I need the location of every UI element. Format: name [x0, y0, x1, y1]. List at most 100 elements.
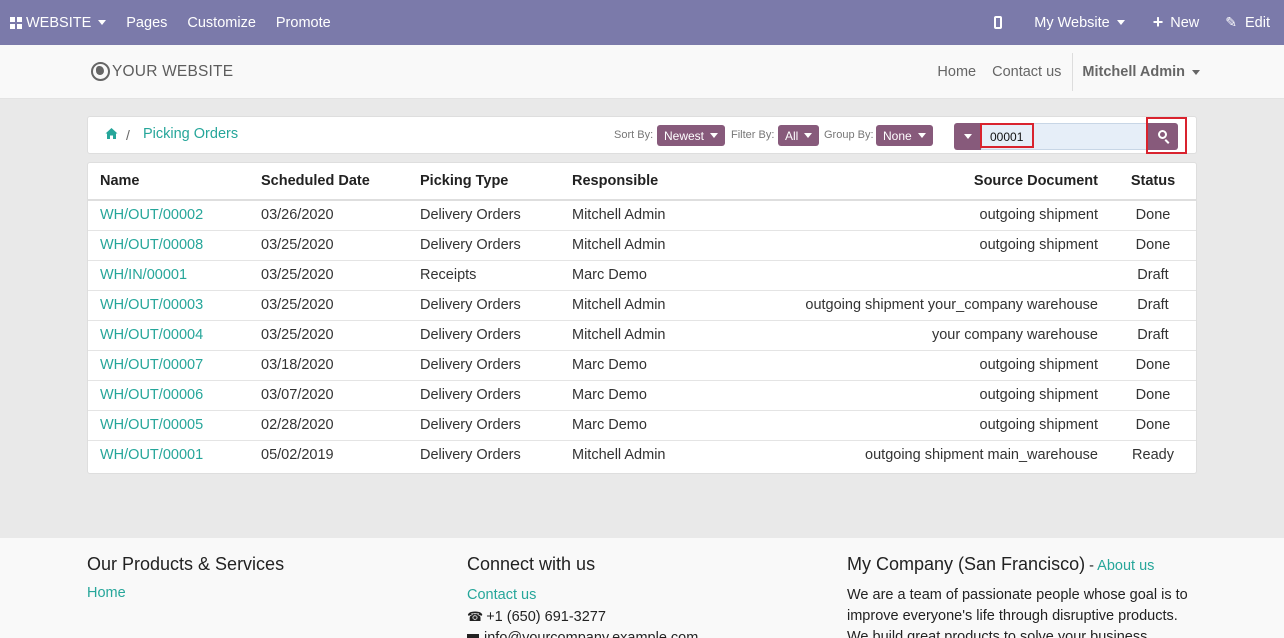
caret-down-icon [963, 134, 972, 139]
site-nav: Home Contact us Mitchell Admin [929, 45, 1200, 99]
plus-icon: + [1152, 12, 1164, 32]
edit-button[interactable]: ✎ Edit [1213, 0, 1284, 45]
new-button[interactable]: + New [1139, 0, 1214, 45]
website-menu-label: WEBSITE [26, 14, 92, 31]
nav-home[interactable]: Home [929, 64, 984, 80]
source-document: outgoing shipment [740, 350, 1110, 381]
status: Done [1110, 410, 1196, 441]
footer-contact-link[interactable]: Contact us [467, 585, 698, 606]
logo-text: YOUR WEBSITE [112, 62, 234, 80]
footer-home-link[interactable]: Home [87, 585, 284, 601]
order-name-link[interactable]: WH/OUT/00008 [88, 230, 249, 261]
caret-down-icon [804, 133, 813, 138]
sort-by-dropdown[interactable]: Newest [657, 125, 726, 146]
search-input[interactable] [981, 123, 1148, 150]
caret-down-icon [98, 20, 107, 25]
filter-by-value: All [785, 128, 799, 143]
search-options-toggle[interactable] [954, 123, 981, 150]
status: Draft [1110, 260, 1196, 291]
scheduled-date: 03/07/2020 [249, 380, 408, 411]
order-name-link[interactable]: WH/OUT/00003 [88, 290, 249, 321]
footer-phone: ☎ +1 (650) 691-3277 [467, 606, 698, 628]
order-name-link[interactable]: WH/IN/00001 [88, 260, 249, 291]
table-row[interactable]: WH/IN/00001 03/25/2020 Receipts Marc Dem… [88, 260, 1196, 291]
responsible: Marc Demo [560, 380, 740, 411]
filter-by-dropdown[interactable]: All [778, 125, 820, 146]
column-header-picking-type: Picking Type [408, 163, 560, 201]
table-row[interactable]: WH/OUT/00006 03/07/2020 Delivery Orders … [88, 380, 1196, 411]
table-row[interactable]: WH/OUT/00003 03/25/2020 Delivery Orders … [88, 290, 1196, 321]
order-name-link[interactable]: WH/OUT/00002 [88, 200, 249, 231]
scheduled-date: 02/28/2020 [249, 410, 408, 441]
table-row[interactable]: WH/OUT/00008 03/25/2020 Delivery Orders … [88, 230, 1196, 261]
pencil-icon: ✎ [1225, 14, 1237, 30]
caret-down-icon [917, 133, 926, 138]
edit-label: Edit [1245, 14, 1270, 31]
search-button[interactable] [1148, 123, 1178, 150]
menu-customize[interactable]: Customize [177, 0, 266, 45]
order-name-link[interactable]: WH/OUT/00006 [88, 380, 249, 411]
home-icon[interactable] [105, 127, 118, 140]
picking-type: Delivery Orders [408, 200, 560, 231]
site-logo[interactable]: YOUR WEBSITE [91, 62, 233, 81]
grid-icon [10, 16, 22, 29]
status: Done [1110, 200, 1196, 231]
breadcrumb-active[interactable]: Picking Orders [143, 126, 238, 142]
order-name-link[interactable]: WH/OUT/00001 [88, 440, 249, 470]
table-row[interactable]: WH/OUT/00002 03/26/2020 Delivery Orders … [88, 200, 1196, 231]
mobile-preview-button[interactable] [976, 0, 1020, 45]
table-row[interactable]: WH/OUT/00007 03/18/2020 Delivery Orders … [88, 350, 1196, 381]
footer-about-link[interactable]: About us [1097, 558, 1154, 574]
order-name-link[interactable]: WH/OUT/00004 [88, 320, 249, 351]
order-name-link[interactable]: WH/OUT/00007 [88, 350, 249, 381]
footer-phone-number: +1 (650) 691-3277 [486, 609, 606, 625]
menu-promote[interactable]: Promote [266, 0, 341, 45]
source-document: outgoing shipment [740, 410, 1110, 441]
column-header-status: Status [1110, 163, 1196, 201]
scheduled-date: 03/25/2020 [249, 320, 408, 351]
breadcrumb-separator: / [126, 127, 130, 143]
status: Draft [1110, 320, 1196, 351]
group-by-dropdown[interactable]: None [876, 125, 933, 146]
order-name-link[interactable]: WH/OUT/00005 [88, 410, 249, 441]
footer-company-heading: My Company (San Francisco) - About us [847, 554, 1197, 575]
search-icon [1158, 130, 1167, 139]
scheduled-date: 03/18/2020 [249, 350, 408, 381]
website-menu-button[interactable]: WEBSITE [0, 0, 116, 45]
footer-column-connect: Connect with us Contact us ☎ +1 (650) 691… [467, 554, 698, 638]
column-header-name: Name [88, 163, 249, 201]
picking-type: Delivery Orders [420, 447, 521, 464]
source-document: outgoing shipment your_company warehouse [740, 290, 1110, 321]
footer-email-address[interactable]: info@yourcompany.example.com [484, 630, 698, 638]
table-row[interactable]: WH/OUT/00004 03/25/2020 Delivery Orders … [88, 320, 1196, 351]
footer-column-company: My Company (San Francisco) - About us We… [847, 554, 1197, 638]
website-admin-bar: WEBSITE Pages Customize Promote My Websi… [0, 0, 1284, 45]
responsible: Mitchell Admin [560, 200, 740, 231]
column-header-source-document: Source Document [740, 163, 1110, 201]
site-selector-label: My Website [1034, 14, 1110, 31]
site-selector[interactable]: My Website [1020, 0, 1138, 45]
responsible: Mitchell Admin [560, 230, 740, 261]
user-menu[interactable]: Mitchell Admin [1072, 53, 1200, 91]
envelope-icon [467, 633, 479, 638]
menu-pages[interactable]: Pages [116, 0, 177, 45]
column-header-responsible: Responsible [560, 163, 740, 201]
footer-connect-title: Connect with us [467, 554, 596, 574]
picking-orders-table: Name Scheduled Date Picking Type Respons… [87, 162, 1197, 474]
footer-company-title: My Company (San Francisco) [847, 554, 1086, 574]
picking-type: Delivery Orders [408, 230, 560, 261]
footer-column-products: Our Products & Services Home [87, 554, 284, 601]
nav-contact-us[interactable]: Contact us [984, 64, 1069, 80]
mobile-icon [994, 16, 1003, 29]
footer-company-separator: - [1085, 558, 1098, 574]
group-by-label: Group By: [824, 129, 874, 141]
source-document: outgoing shipment main_warehouse [865, 447, 1098, 464]
table-row[interactable]: WH/OUT/00001 05/02/2019 Delivery Orders … [88, 440, 1196, 470]
table-row[interactable]: WH/OUT/00005 02/28/2020 Delivery Orders … [88, 410, 1196, 441]
source-document: outgoing shipment [740, 230, 1110, 261]
footer-products-title: Our Products & Services [87, 554, 285, 574]
caret-down-icon [1116, 20, 1125, 25]
scheduled-date: 05/02/2019 [261, 447, 334, 464]
responsible: Marc Demo [560, 410, 740, 441]
source-document: your company warehouse [740, 320, 1110, 351]
